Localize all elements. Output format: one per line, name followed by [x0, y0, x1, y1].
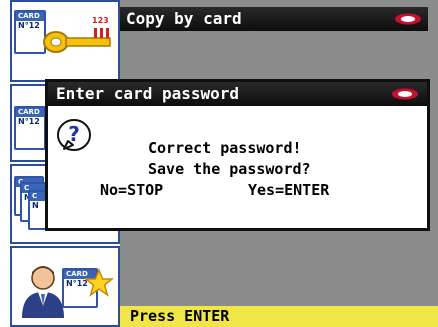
dialog-message-line1: Correct password! — [148, 139, 302, 157]
card-icon: CARD N°12 — [14, 106, 46, 150]
sidebar-item-copy-by-card[interactable]: CARD N°12 123 — [10, 0, 120, 82]
dialog-titlebar: Enter card password — [48, 82, 427, 106]
window-title: Copy by card — [126, 9, 242, 28]
yes-option[interactable]: Yes=ENTER — [248, 181, 329, 199]
brand-logo-icon — [395, 13, 421, 25]
sidebar-item-user-card[interactable]: CARD N°12 — [10, 246, 120, 327]
password-dialog: Enter card password ? Correct password! … — [45, 79, 430, 231]
svg-text:?: ? — [68, 122, 80, 146]
star-icon — [84, 268, 114, 297]
key-digits: 123 — [92, 16, 109, 25]
window-titlebar: Copy by card — [120, 7, 428, 31]
question-icon: ? — [57, 119, 91, 151]
brand-logo-icon — [392, 88, 418, 100]
no-option[interactable]: No=STOP — [100, 181, 163, 199]
user-icon — [22, 266, 64, 318]
dialog-title: Enter card password — [56, 84, 240, 103]
status-bar: Press ENTER — [120, 306, 438, 327]
status-text: Press ENTER — [130, 307, 230, 325]
dialog-message-line2: Save the password? — [148, 160, 311, 178]
